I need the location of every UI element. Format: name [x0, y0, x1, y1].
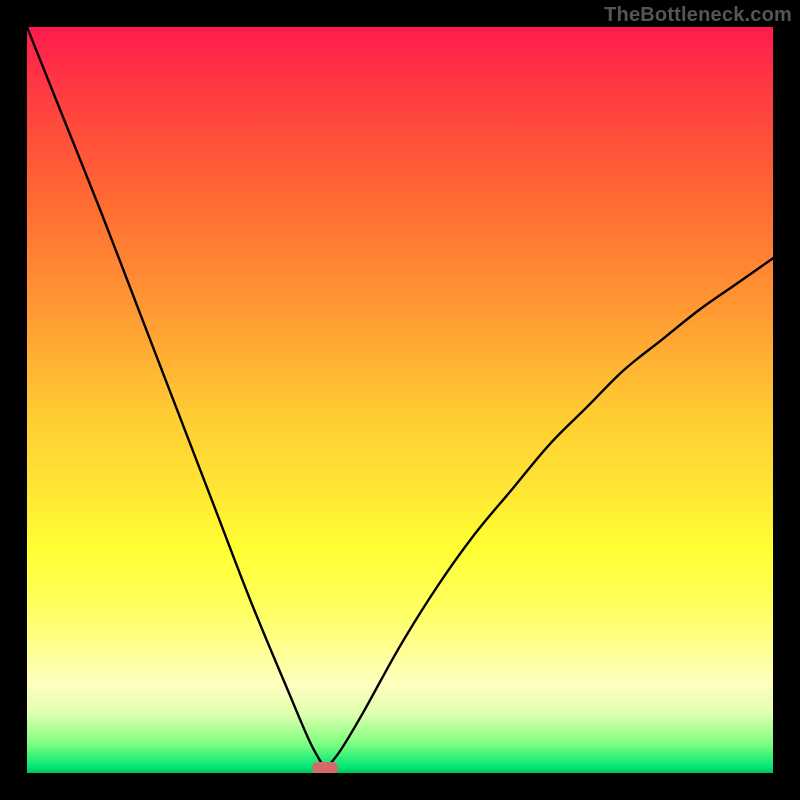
chart-container: TheBottleneck.com	[0, 0, 800, 800]
watermark-text: TheBottleneck.com	[604, 4, 792, 27]
curve-left-branch	[27, 27, 325, 769]
curve-svg	[27, 27, 773, 773]
plot-area	[27, 27, 773, 773]
bottleneck-marker	[312, 762, 338, 773]
curve-right-branch	[325, 258, 773, 769]
